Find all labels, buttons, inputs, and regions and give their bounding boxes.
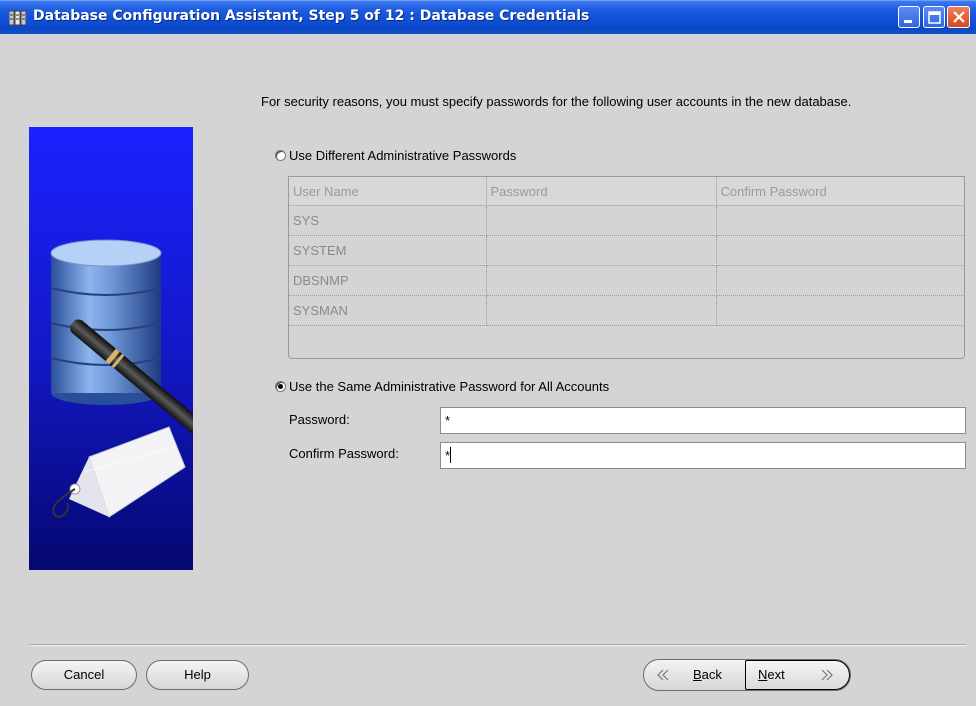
same-password-option[interactable]: Use the Same Administrative Password for…: [275, 379, 609, 394]
back-label: ack: [701, 667, 722, 682]
database-illustration: [29, 127, 193, 570]
maximize-button[interactable]: [923, 6, 945, 28]
column-header-confirm-password: Confirm Password: [716, 177, 964, 206]
next-button[interactable]: Next: [745, 660, 850, 690]
window-title: Database Configuration Assistant, Step 5…: [33, 8, 590, 24]
confirm-password-cell: [716, 265, 964, 296]
password-cell: [486, 205, 717, 236]
same-password-radio[interactable]: [275, 381, 286, 392]
user-name-cell: SYSTEM: [289, 235, 487, 266]
user-name-cell: DBSNMP: [289, 265, 487, 296]
password-cell: [486, 235, 717, 266]
dialog-window: Database Configuration Assistant, Step 5…: [0, 0, 976, 706]
confirm-password-cell: [716, 235, 964, 266]
confirm-password-field[interactable]: *: [440, 442, 966, 469]
maximize-icon: [928, 11, 941, 24]
back-button[interactable]: Back: [644, 660, 745, 690]
navigation-button-group: Back Next: [643, 659, 851, 691]
confirm-password-label: Confirm Password:: [289, 446, 399, 461]
title-bar[interactable]: Database Configuration Assistant, Step 5…: [0, 0, 976, 34]
close-button[interactable]: [947, 6, 970, 28]
same-password-label: Use the Same Administrative Password for…: [289, 379, 610, 394]
confirm-password-cell: [716, 295, 964, 326]
password-value: *: [445, 413, 451, 428]
password-label: Password:: [289, 412, 350, 427]
user-name-cell: SYS: [289, 205, 487, 236]
footer-separator: [29, 644, 966, 646]
next-mnemonic: N: [758, 667, 768, 682]
app-icon[interactable]: [9, 10, 26, 26]
different-passwords-option[interactable]: Use Different Administrative Passwords: [275, 148, 516, 163]
column-header-password: Password: [486, 177, 717, 206]
password-cell: [486, 265, 717, 296]
different-passwords-label: Use Different Administrative Passwords: [289, 148, 517, 163]
back-mnemonic: B: [693, 667, 702, 682]
table-row: DBSNMP: [289, 265, 964, 296]
table-row: SYS: [289, 205, 964, 236]
back-arrow-icon: [657, 669, 669, 681]
text-cursor: [450, 447, 452, 463]
minimize-button[interactable]: [898, 6, 920, 28]
table-row: SYSTEM: [289, 235, 964, 266]
help-button[interactable]: Help: [146, 660, 249, 690]
column-header-user-name: User Name: [289, 177, 487, 206]
user-password-grid: User Name Password Confirm Password SYS …: [288, 176, 965, 359]
confirm-password-cell: [716, 205, 964, 236]
next-arrow-icon: [821, 669, 833, 681]
next-label: ext: [767, 667, 785, 682]
intro-text: For security reasons, you must specify p…: [261, 94, 852, 109]
user-name-cell: SYSMAN: [289, 295, 487, 326]
close-icon: [953, 11, 965, 23]
cancel-button[interactable]: Cancel: [31, 660, 137, 690]
table-row: SYSMAN: [289, 295, 964, 326]
minimize-icon: [904, 20, 912, 23]
password-field[interactable]: *: [440, 407, 966, 434]
password-cell: [486, 295, 717, 326]
different-passwords-radio[interactable]: [275, 150, 286, 161]
